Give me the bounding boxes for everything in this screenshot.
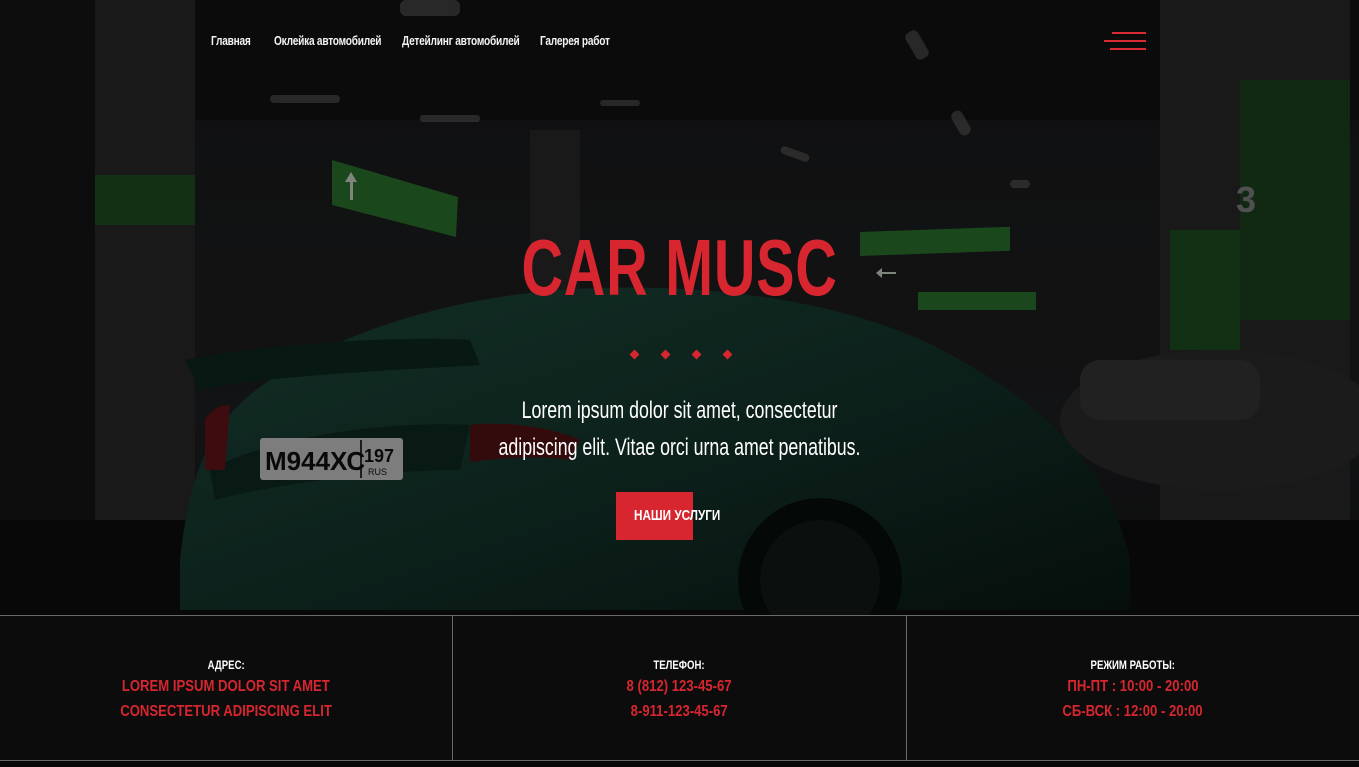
address-block: АДРЕС: LOREM IPSUM DOLOR SIT AMET CONSEC… <box>0 616 452 760</box>
phone-label: ТЕЛЕФОН: <box>653 658 706 672</box>
diamond-separator <box>629 349 733 360</box>
diamond-icon <box>660 349 671 360</box>
phone-block: ТЕЛЕФОН: 8 (812) 123-45-67 8-911-123-45-… <box>452 616 905 760</box>
working-hours-block: РЕЖИМ РАБОТЫ: ПН-ПТ : 10:00 - 20:00 СБ-В… <box>905 616 1359 760</box>
hamburger-menu-icon[interactable] <box>1104 30 1146 52</box>
main-navigation: Главная Оклейка автомобилей Детейлинг ав… <box>211 33 630 48</box>
hero-title: CAR MUSC <box>0 228 1359 308</box>
contact-info-bar: АДРЕС: LOREM IPSUM DOLOR SIT AMET CONSEC… <box>0 615 1359 761</box>
address-line-1: LOREM IPSUM DOLOR SIT AMET <box>122 678 331 695</box>
landing-page: 3 М944ХС 197 RUS Главная Оклейка автомоб… <box>0 0 1359 767</box>
working-hours-weekdays: ПН-ПТ : 10:00 - 20:00 <box>1067 678 1199 695</box>
phone-number-1[interactable]: 8 (812) 123-45-67 <box>627 674 732 699</box>
nav-link-gallery[interactable]: Галерея работ <box>540 33 610 48</box>
diamond-icon <box>691 349 702 360</box>
diamond-icon <box>629 349 640 360</box>
nav-link-car-wrapping[interactable]: Оклейка автомобилей <box>274 33 381 48</box>
nav-link-home[interactable]: Главная <box>211 33 260 48</box>
nav-link-car-detailing[interactable]: Детейлинг автомобилей <box>402 33 520 48</box>
working-hours-label: РЕЖИМ РАБОТЫ: <box>1090 658 1175 672</box>
hero-description-line: adipiscing elit. Vitae orci urna amet pe… <box>498 434 861 461</box>
hero-title-text: CAR MUSC <box>521 223 838 312</box>
address-label: АДРЕС: <box>207 658 245 672</box>
address-line-2: CONSECTETUR ADIPISCING ELIT <box>120 703 332 720</box>
phone-number-2[interactable]: 8-911-123-45-67 <box>631 699 728 724</box>
hero-description-line: Lorem ipsum dolor sit amet, consectetur <box>521 397 838 424</box>
our-services-button-label: НАШИ УСЛУГИ <box>634 507 721 524</box>
diamond-icon <box>722 349 733 360</box>
hero-description: Lorem ipsum dolor sit amet, consectetur … <box>0 392 1359 466</box>
working-hours-weekend: СБ-ВСК : 12:00 - 20:00 <box>1062 703 1203 720</box>
our-services-button[interactable]: НАШИ УСЛУГИ <box>616 492 720 540</box>
